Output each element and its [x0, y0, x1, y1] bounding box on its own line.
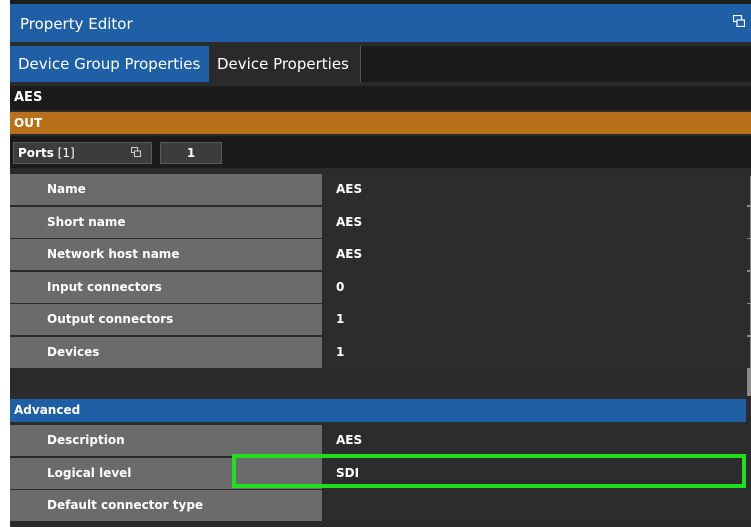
property-value[interactable]: 1 [324, 336, 750, 368]
property-label: Default connector type [10, 490, 322, 521]
properties-grid: Name AES Short name AES Network host nam… [10, 174, 751, 369]
property-row-input-connectors: Input connectors 0 [10, 271, 751, 305]
ports-selector[interactable]: Ports [1] [13, 142, 152, 164]
ports-row: Ports [1] 1 [10, 136, 751, 168]
property-value[interactable] [324, 490, 750, 521]
device-group-name: AES [10, 86, 751, 110]
section-out-header[interactable]: OUT [10, 112, 751, 134]
property-value[interactable]: AES [324, 425, 750, 456]
tab-bar: Device Group Properties Device Propertie… [10, 46, 751, 82]
property-value[interactable]: AES [324, 206, 750, 238]
undock-icon[interactable] [733, 15, 745, 27]
property-label: Logical level [10, 457, 322, 489]
port-number-tab[interactable]: 1 [160, 142, 222, 164]
property-label: Output connectors [10, 304, 322, 335]
property-value[interactable]: SDI [324, 457, 750, 489]
property-label: Short name [10, 206, 322, 238]
property-label: Input connectors [10, 271, 322, 303]
copy-icon[interactable] [131, 147, 141, 157]
ports-count: [1] [57, 146, 75, 160]
tab-device-properties[interactable]: Device Properties [209, 46, 361, 82]
property-label: Network host name [10, 239, 322, 270]
section-advanced-header[interactable]: Advanced [10, 399, 746, 422]
property-row-short-name: Short name AES [10, 206, 751, 240]
property-row-logical-level: Logical level SDI [10, 457, 751, 491]
property-row-output-connectors: Output connectors 1 [10, 304, 751, 337]
window-title: Property Editor [20, 15, 133, 33]
property-value[interactable]: AES [324, 239, 750, 270]
property-editor-titlebar: Property Editor [10, 4, 751, 42]
property-value[interactable]: 0 [324, 271, 750, 303]
property-label: Devices [10, 336, 322, 368]
tab-device-group-properties[interactable]: Device Group Properties [10, 46, 209, 82]
property-row-network-host-name: Network host name AES [10, 239, 751, 272]
property-row-name: Name AES [10, 174, 751, 207]
property-value[interactable]: AES [324, 174, 750, 205]
property-label: Name [10, 174, 322, 205]
property-editor-panel: Property Editor Device Group Properties … [10, 0, 751, 527]
property-row-default-connector-type: Default connector type [10, 490, 751, 523]
ports-label: Ports [18, 146, 54, 160]
property-row-description: Description AES [10, 425, 751, 458]
property-label: Description [10, 425, 322, 456]
property-value[interactable]: 1 [324, 304, 750, 335]
property-row-devices: Devices 1 [10, 336, 751, 370]
advanced-properties-grid: Description AES Logical level SDI Defaul… [10, 425, 751, 523]
